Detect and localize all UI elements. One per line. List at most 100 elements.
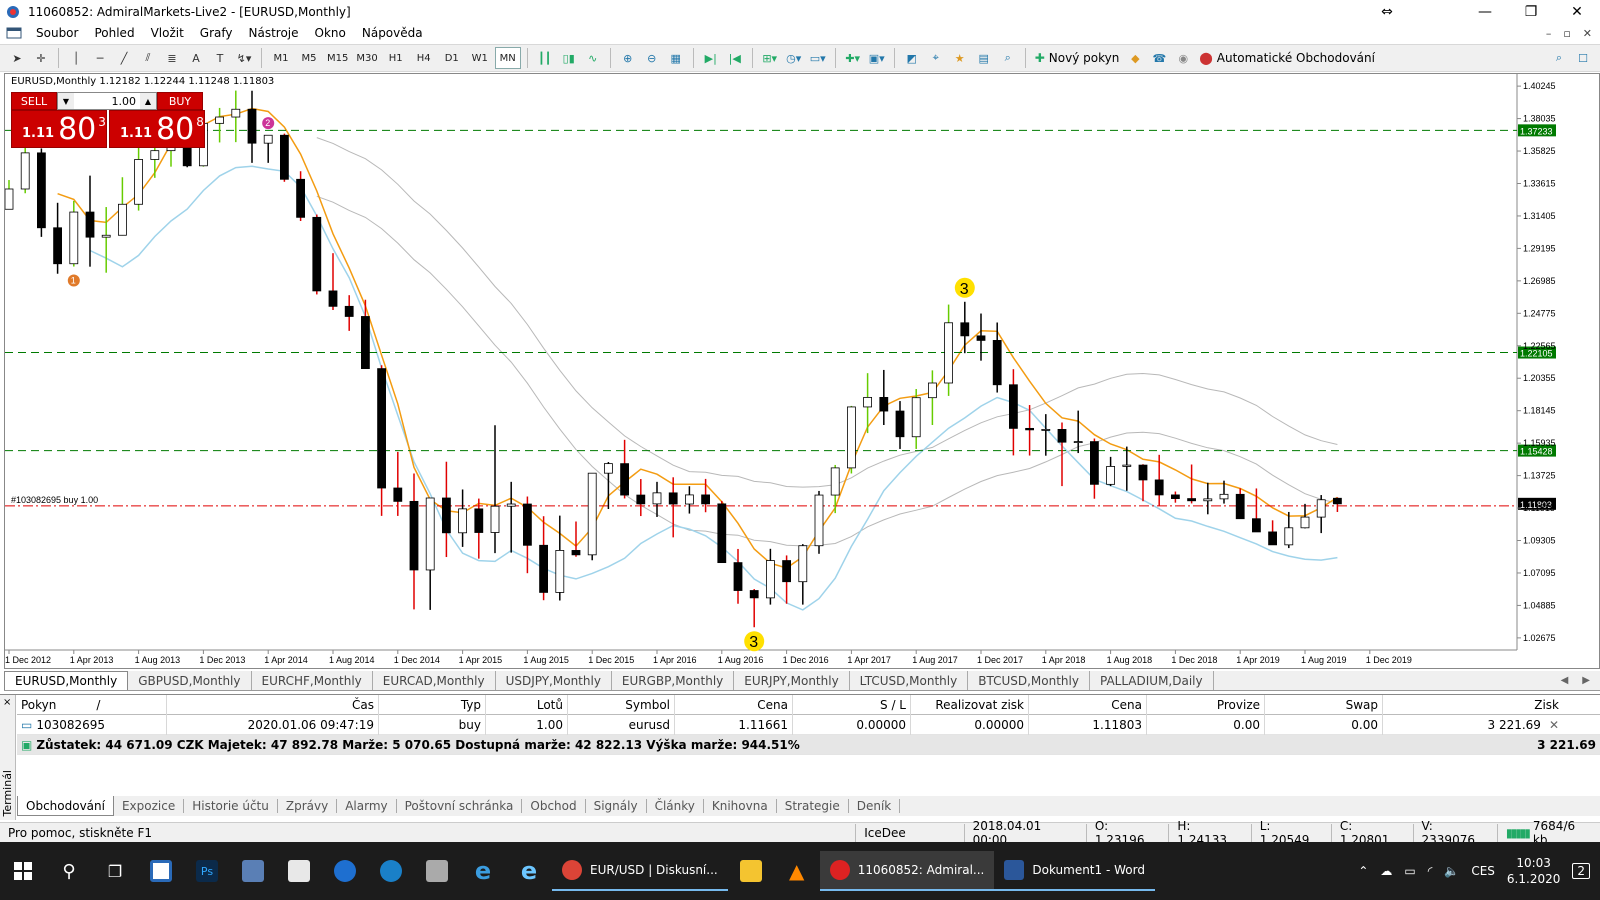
timeframe-m5[interactable]: M5: [296, 47, 322, 69]
document-icon[interactable]: [276, 851, 322, 891]
tab-eurcad-monthly[interactable]: EURCAD,Monthly: [373, 671, 496, 690]
metaeditor-icon[interactable]: ◆: [1124, 47, 1146, 69]
text-icon[interactable]: A: [185, 47, 207, 69]
tab-alarmy[interactable]: Alarmy: [337, 799, 397, 813]
text-label-icon[interactable]: T: [209, 47, 231, 69]
wifi-icon[interactable]: ◜: [1428, 864, 1433, 878]
candlestick-icon[interactable]: ▯▮: [558, 47, 580, 69]
bar-chart-icon[interactable]: ┃┃: [534, 47, 556, 69]
chart-shift-icon[interactable]: |◀: [724, 47, 746, 69]
terminal-icon[interactable]: ▤: [973, 47, 995, 69]
crosshair-icon[interactable]: ✛: [30, 47, 52, 69]
trendline-icon[interactable]: ╱: [113, 47, 135, 69]
timeframe-mn[interactable]: MN: [494, 47, 521, 69]
menu-okno[interactable]: Okno: [307, 26, 354, 40]
cursor-icon[interactable]: ➤: [6, 47, 28, 69]
store-icon[interactable]: [138, 851, 184, 891]
tab-palladium-daily[interactable]: PALLADIUM,Daily: [1090, 671, 1214, 690]
child-minimize-button[interactable]: –: [1546, 27, 1552, 40]
lot-size-stepper[interactable]: ▼ 1.00 ▲: [57, 92, 157, 110]
tab-postovni-schranka[interactable]: Poštovní schránka: [397, 799, 523, 813]
tab-signaly[interactable]: Signály: [586, 799, 647, 813]
periods-icon[interactable]: ◷▾: [783, 47, 805, 69]
volume-icon[interactable]: 🔈: [1444, 864, 1459, 878]
col-tp[interactable]: Realizovat zisk: [911, 694, 1029, 715]
market-watch-icon[interactable]: ◩: [901, 47, 923, 69]
clock[interactable]: 10:03 6.1.2020: [1507, 855, 1560, 887]
navigator-icon[interactable]: ★: [949, 47, 971, 69]
terminal-close-icon[interactable]: ×: [3, 697, 11, 708]
app-icon[interactable]: [230, 851, 276, 891]
menu-soubor[interactable]: Soubor: [28, 26, 86, 40]
order-sl-cell[interactable]: 0.00000: [793, 714, 911, 735]
strategy-tester-icon[interactable]: ⌕: [997, 47, 1019, 69]
tab-clanky[interactable]: Články: [647, 799, 704, 813]
timeframe-m15[interactable]: M15: [324, 47, 351, 69]
timeframe-d1[interactable]: D1: [439, 47, 465, 69]
timeframe-h4[interactable]: H4: [411, 47, 437, 69]
taskbar-word-app[interactable]: Dokument1 - Word: [994, 851, 1155, 891]
indicators-icon[interactable]: ⊞▾: [759, 47, 781, 69]
order-tp-cell[interactable]: 0.00000: [911, 714, 1029, 735]
vlc-icon[interactable]: ▲: [774, 851, 820, 891]
profiles-icon[interactable]: ▣▾: [866, 47, 888, 69]
price-chart[interactable]: 1.372331.221051.15428#103082695 buy 1.00…: [5, 74, 1599, 668]
tab-eurusd-monthly[interactable]: EURUSD,Monthly: [4, 671, 129, 690]
tile-windows-icon[interactable]: ▦: [665, 47, 687, 69]
mail-app-icon[interactable]: [322, 851, 368, 891]
tab-knihovna[interactable]: Knihovna: [704, 799, 777, 813]
show-hidden-icons-icon[interactable]: ⌃: [1358, 864, 1368, 878]
sell-price[interactable]: 1.11 80 3: [11, 110, 107, 148]
auto-trading-button[interactable]: ⬤ Automatické Obchodování: [1196, 47, 1378, 69]
tab-scroll-right-icon[interactable]: ▶: [1582, 675, 1590, 686]
col-pokyn[interactable]: Pokyn /: [17, 694, 167, 715]
line-chart-icon[interactable]: ∿: [582, 47, 604, 69]
timeframe-w1[interactable]: W1: [467, 47, 493, 69]
file-explorer-icon[interactable]: [728, 851, 774, 891]
sell-button[interactable]: SELL: [11, 92, 57, 110]
taskbar-mt4-app[interactable]: 11060852: Admiral...: [819, 851, 995, 891]
tab-scroll-left-icon[interactable]: ◀: [1561, 675, 1569, 686]
lot-increment-icon[interactable]: ▲: [140, 93, 156, 109]
close-button[interactable]: ✕: [1554, 0, 1600, 23]
arrows-icon[interactable]: ↯▾: [233, 47, 255, 69]
minimize-button[interactable]: —: [1462, 0, 1508, 23]
chart-window[interactable]: 1.37233 1.22105 1.15428 #103082695 buy 1.00…: [4, 73, 1600, 669]
col-cas[interactable]: Čas: [167, 694, 379, 715]
signals-icon[interactable]: ☎: [1148, 47, 1170, 69]
menu-vlozit[interactable]: Vložit: [143, 26, 192, 40]
search-taskbar-icon[interactable]: ⚲: [46, 851, 92, 891]
tab-strategie[interactable]: Strategie: [777, 799, 849, 813]
tab-btcusd-monthly[interactable]: BTCUSD,Monthly: [968, 671, 1090, 690]
col-swap[interactable]: Swap: [1265, 694, 1383, 715]
col-typ[interactable]: Typ: [379, 694, 486, 715]
zoom-in-icon[interactable]: ⊕: [617, 47, 639, 69]
channel-icon[interactable]: ⫽: [137, 47, 159, 69]
task-view-icon[interactable]: ❐: [92, 851, 138, 891]
tab-historie-uctu[interactable]: Historie účtu: [184, 799, 278, 813]
lot-dropdown-icon[interactable]: ▼: [58, 93, 74, 109]
chat-icon[interactable]: ☐: [1572, 47, 1594, 69]
table-row[interactable]: ▭ 103082695 2020.01.06 09:47:19 buy 1.00 …: [17, 714, 1600, 735]
timeframe-m30[interactable]: M30: [353, 47, 380, 69]
col-lotu[interactable]: Lotů: [486, 694, 568, 715]
lot-size-value[interactable]: 1.00: [74, 95, 140, 108]
onedrive-icon[interactable]: ☁: [1380, 864, 1392, 878]
tab-obchod[interactable]: Obchod: [522, 799, 586, 813]
menu-napoveda[interactable]: Nápověda: [354, 26, 431, 40]
horizontal-line-icon[interactable]: ─: [89, 47, 111, 69]
tool-icon[interactable]: [414, 851, 460, 891]
col-provize[interactable]: Provize: [1147, 694, 1265, 715]
col-sl[interactable]: S / L: [793, 694, 911, 715]
start-button[interactable]: [0, 851, 46, 891]
menu-pohled[interactable]: Pohled: [86, 26, 142, 40]
edge-icon[interactable]: e: [460, 851, 506, 891]
tab-usdjpy-monthly[interactable]: USDJPY,Monthly: [496, 671, 612, 690]
zoom-out-icon[interactable]: ⊖: [641, 47, 663, 69]
tab-zpravy[interactable]: Zprávy: [278, 799, 338, 813]
taskbar-chrome-app[interactable]: EUR/USD | Diskusní...: [552, 851, 728, 891]
xbs-icon[interactable]: [368, 851, 414, 891]
notification-count-badge[interactable]: 2: [1572, 863, 1590, 879]
col-zisk[interactable]: Zisk: [1383, 695, 1563, 715]
col-current-price[interactable]: Cena: [1029, 694, 1147, 715]
